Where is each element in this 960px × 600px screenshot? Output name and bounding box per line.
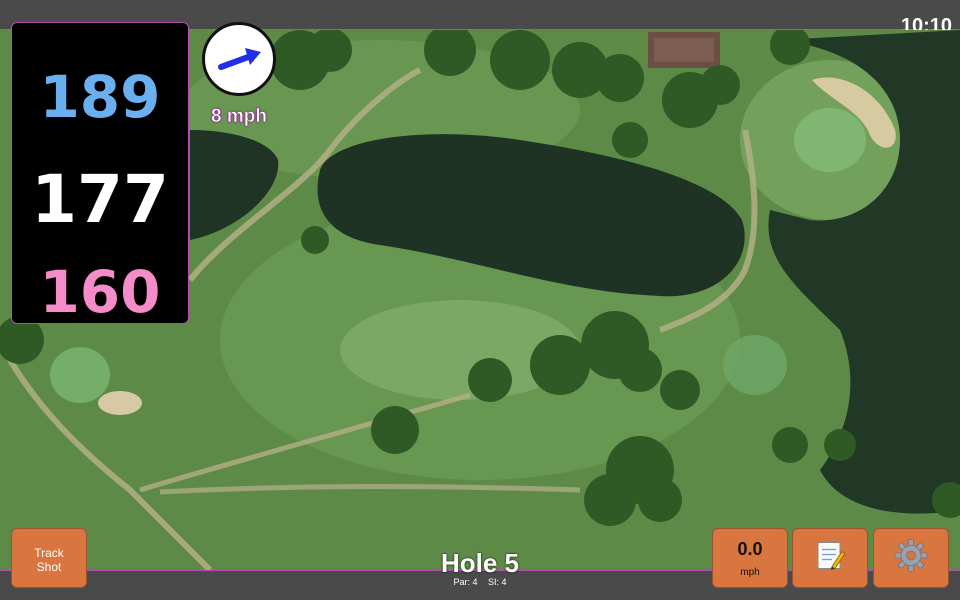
gear-icon xyxy=(894,539,928,578)
hole-stroke-index: SI: 4 xyxy=(488,577,507,587)
wind-speed-label: 8 mph xyxy=(211,106,268,128)
settings-button[interactable] xyxy=(873,528,949,588)
hole-par: Par: 4 xyxy=(453,577,478,587)
track-shot-label-line2: Shot xyxy=(36,560,62,574)
back-distance: 189 xyxy=(39,63,161,131)
track-shot-label-line1: Track xyxy=(34,546,64,560)
speed-value: 0.0 xyxy=(737,539,763,559)
wind-direction-arrow-icon xyxy=(218,48,261,70)
notes-button[interactable] xyxy=(792,528,868,588)
speed-button[interactable]: 0.0 mph xyxy=(712,528,788,588)
hole-title: Hole 5 xyxy=(440,548,520,578)
wind-indicator xyxy=(202,22,276,96)
notepad-icon xyxy=(814,540,846,577)
distance-panel: 189 177 160 xyxy=(11,22,189,326)
middle-distance: 177 xyxy=(31,161,169,238)
hole-info: Par: 4 SI: 4 xyxy=(380,577,580,587)
track-shot-button[interactable]: Track Shot xyxy=(11,528,87,588)
front-distance: 160 xyxy=(39,258,161,326)
speed-unit: mph xyxy=(740,567,760,578)
